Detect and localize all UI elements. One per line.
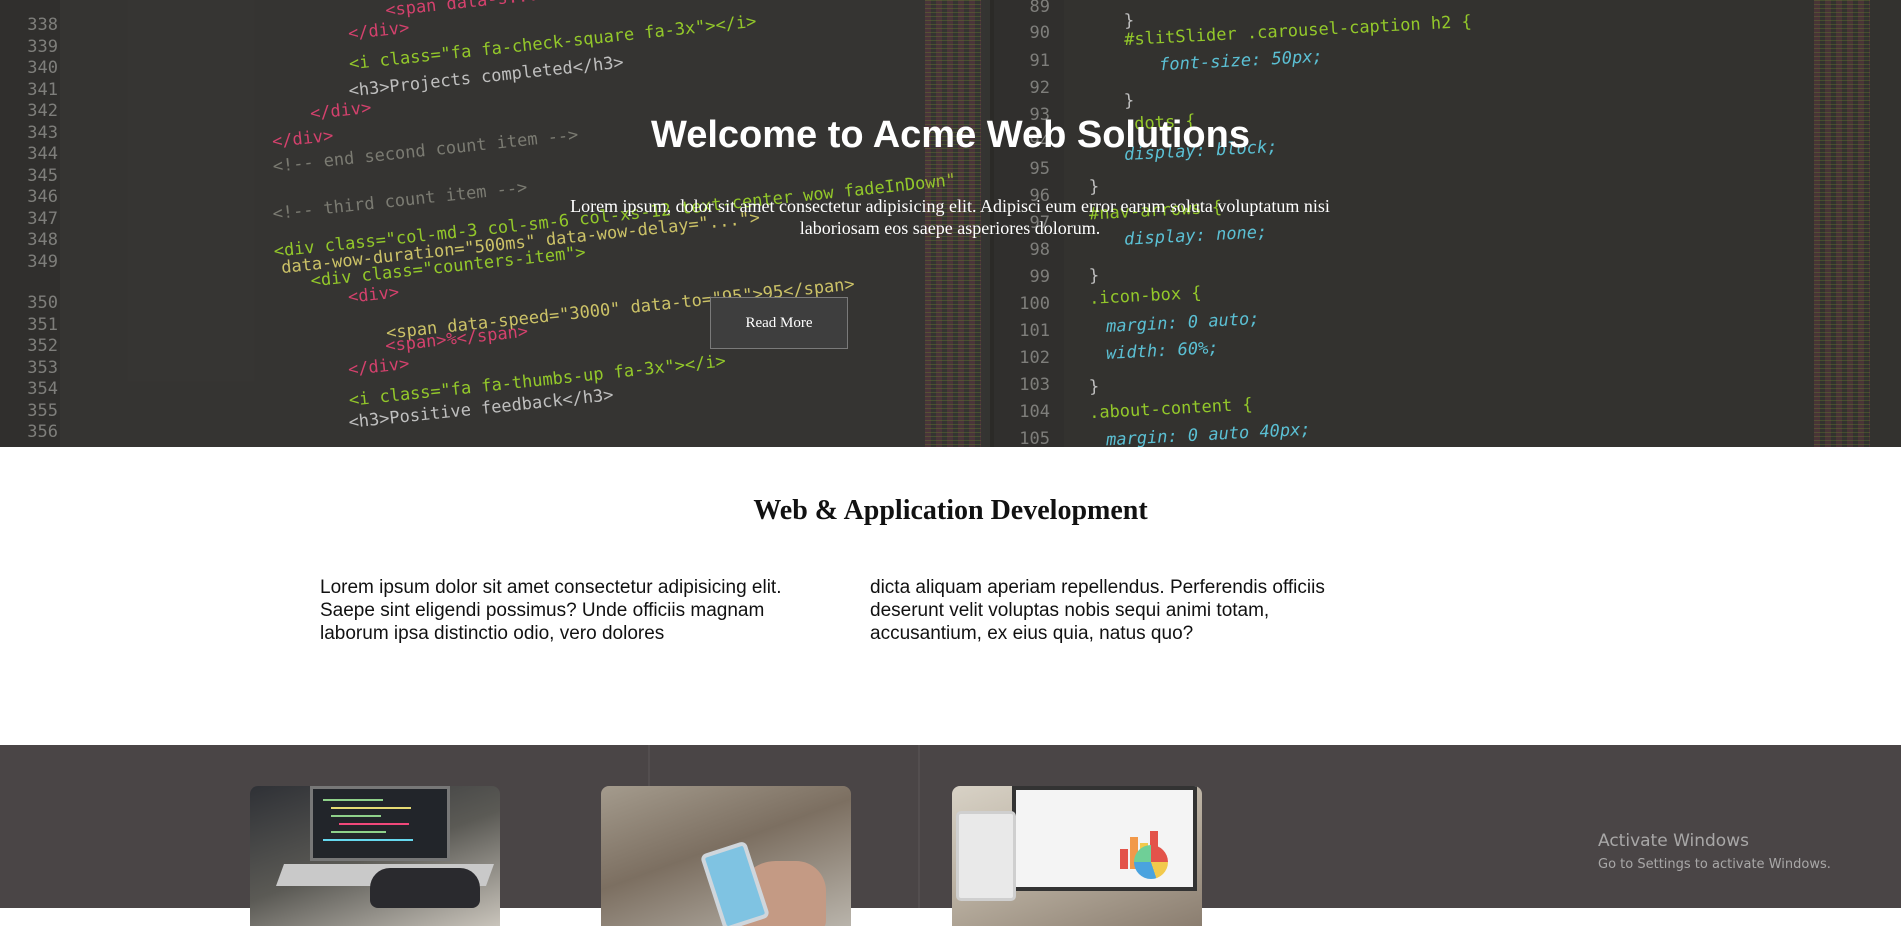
card-analytics-laptop[interactable] xyxy=(952,786,1202,926)
watermark-title: Activate Windows xyxy=(1598,831,1749,851)
card-laptop-coding[interactable] xyxy=(250,786,500,926)
text-column-left: Lorem ipsum dolor sit amet consectetur a… xyxy=(320,577,782,644)
watermark-subtitle: Go to Settings to activate Windows. xyxy=(1598,857,1831,872)
hand-image xyxy=(370,868,480,908)
laptop-chart-screen-image xyxy=(1012,786,1197,891)
read-more-button[interactable]: Read More xyxy=(710,297,848,349)
development-section: Web & Application Development Lorem ipsu… xyxy=(0,447,1901,745)
windows-activation-watermark: Activate Windows Go to Settings to activ… xyxy=(1598,830,1831,875)
cards-section xyxy=(0,745,1901,926)
smartphone-image xyxy=(699,840,771,926)
card-smartphone[interactable] xyxy=(601,786,851,926)
hero-subtitle: Lorem ipsum, dolor sit amet consectetur … xyxy=(570,196,1330,238)
hero-title: Welcome to Acme Web Solutions xyxy=(651,114,1250,156)
laptop-screen-image xyxy=(310,786,450,861)
text-column-right: dicta aliquam aperiam repellendus. Perfe… xyxy=(870,577,1325,644)
hero-section: 338 339 340 341 342 343 344 345 346 347 … xyxy=(0,0,1901,447)
background-line xyxy=(918,745,920,908)
section-title: Web & Application Development xyxy=(753,495,1148,526)
tablet-image xyxy=(956,811,1016,901)
